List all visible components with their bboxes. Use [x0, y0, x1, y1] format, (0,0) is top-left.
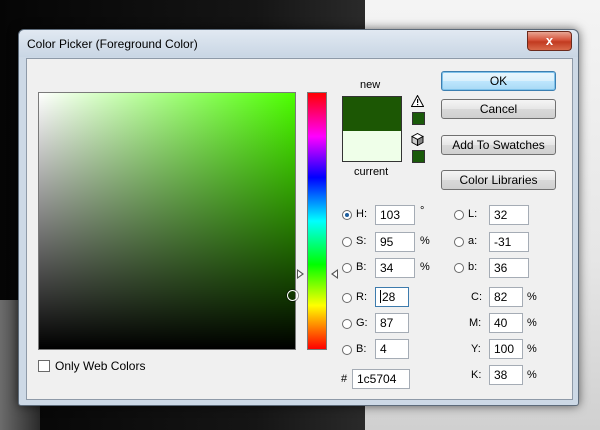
lab-a-radio[interactable]: [454, 237, 464, 247]
hue-radio[interactable]: [342, 210, 352, 220]
window-title: Color Picker (Foreground Color): [27, 37, 198, 51]
brightness-unit: %: [420, 261, 430, 273]
saturation-label: S:: [356, 235, 367, 247]
hue-slider-left-arrow[interactable]: [297, 269, 304, 279]
hex-label: #: [341, 373, 348, 385]
hue-label: H:: [356, 208, 367, 220]
cyan-unit: %: [527, 291, 537, 303]
lab-b-label: b:: [468, 261, 478, 273]
cancel-button[interactable]: Cancel: [441, 99, 556, 119]
add-to-swatches-button[interactable]: Add To Swatches: [441, 135, 556, 155]
cyan-label: C:: [471, 291, 482, 303]
red-input[interactable]: 28: [375, 287, 409, 307]
red-label: R:: [356, 291, 367, 303]
blue-label: B:: [356, 343, 367, 355]
lab-b-input[interactable]: 36: [489, 258, 529, 278]
yellow-unit: %: [527, 343, 537, 355]
new-label: new: [360, 79, 381, 91]
current-label: current: [354, 166, 389, 178]
lab-l-label: L:: [468, 208, 478, 220]
brightness-radio[interactable]: [342, 263, 352, 273]
hex-input[interactable]: 1c5704: [352, 369, 410, 389]
lab-l-input[interactable]: 32: [489, 205, 529, 225]
red-radio[interactable]: [342, 293, 352, 303]
yellow-input[interactable]: 100: [489, 339, 523, 359]
color-field-cursor[interactable]: [287, 290, 298, 301]
color-field[interactable]: [38, 92, 298, 350]
warning-triangle-icon[interactable]: [411, 95, 424, 107]
cube-icon[interactable]: [411, 133, 424, 146]
blue-input[interactable]: 4: [375, 339, 409, 359]
magenta-label: M:: [469, 317, 482, 329]
green-input[interactable]: 87: [375, 313, 409, 333]
green-label: G:: [356, 317, 368, 329]
lab-a-input[interactable]: -31: [489, 232, 529, 252]
yellow-label: Y:: [471, 343, 481, 355]
color-picker-dialog: Color Picker (Foreground Color) x new cu…: [18, 29, 579, 406]
black-input[interactable]: 38: [489, 365, 523, 385]
only-web-colors-label: Only Web Colors: [55, 359, 146, 373]
magenta-unit: %: [527, 317, 537, 329]
text-caret: [380, 290, 381, 303]
black-unit: %: [527, 369, 537, 381]
magenta-input[interactable]: 40: [489, 313, 523, 333]
green-radio[interactable]: [342, 319, 352, 329]
color-libraries-button[interactable]: Color Libraries: [441, 170, 556, 190]
black-label: K:: [471, 369, 482, 381]
lab-a-label: a:: [468, 235, 478, 247]
hue-unit: °: [420, 205, 425, 217]
current-color-swatch[interactable]: [342, 131, 402, 162]
saturation-input[interactable]: 95: [375, 232, 415, 252]
dialog-content: new current OK Cancel Add To Swatches Co…: [26, 58, 573, 400]
hue-input[interactable]: 103: [375, 205, 415, 225]
red-value: 28: [382, 290, 396, 304]
hue-slider-right-arrow[interactable]: [331, 269, 338, 279]
only-web-colors-checkbox[interactable]: [38, 360, 50, 372]
saturation-unit: %: [420, 235, 430, 247]
web-safe-swatch[interactable]: [412, 150, 425, 163]
lab-b-radio[interactable]: [454, 263, 464, 273]
ok-button[interactable]: OK: [441, 71, 556, 91]
blue-radio[interactable]: [342, 345, 352, 355]
cyan-input[interactable]: 82: [489, 287, 523, 307]
brightness-input[interactable]: 34: [375, 258, 415, 278]
lab-l-radio[interactable]: [454, 210, 464, 220]
gamut-warning-swatch[interactable]: [412, 112, 425, 125]
new-color-swatch: [342, 96, 402, 132]
close-button[interactable]: x: [527, 31, 572, 51]
title-bar[interactable]: Color Picker (Foreground Color) x: [19, 30, 578, 57]
hue-slider[interactable]: [307, 92, 327, 350]
brightness-label: B:: [356, 261, 367, 273]
saturation-radio[interactable]: [342, 237, 352, 247]
